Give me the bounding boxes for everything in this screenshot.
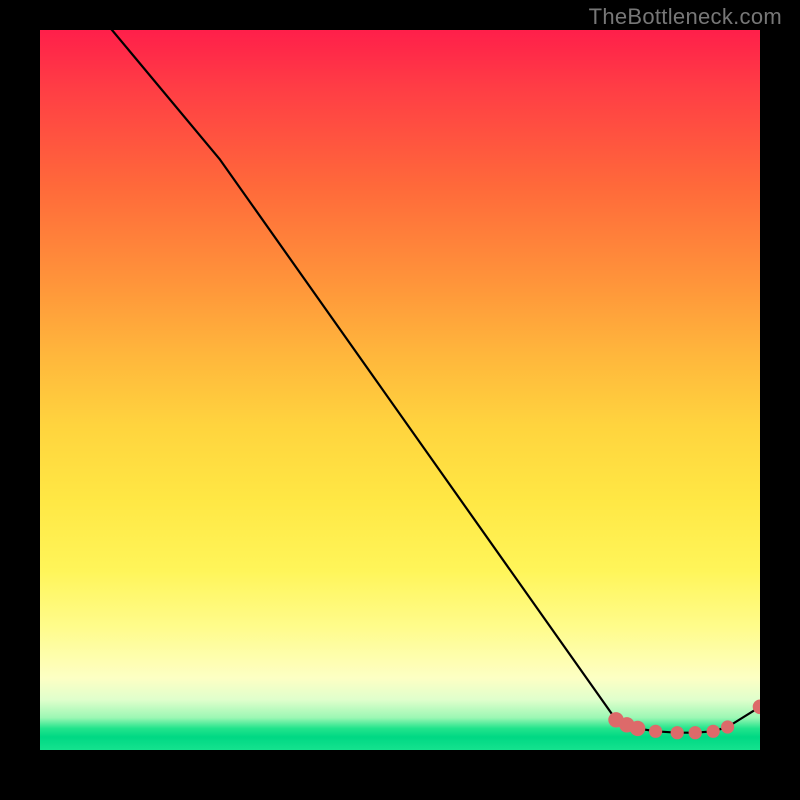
attribution-text: TheBottleneck.com (589, 4, 782, 30)
chart-overlay (40, 30, 760, 750)
marker-m3 (630, 721, 645, 736)
marker-m8 (721, 720, 734, 733)
chart-plot-area (40, 30, 760, 750)
marker-m6 (689, 726, 702, 739)
marker-m4 (649, 725, 662, 738)
marker-m5 (671, 726, 684, 739)
main-curve-line (40, 30, 760, 733)
marker-m7 (707, 725, 720, 738)
